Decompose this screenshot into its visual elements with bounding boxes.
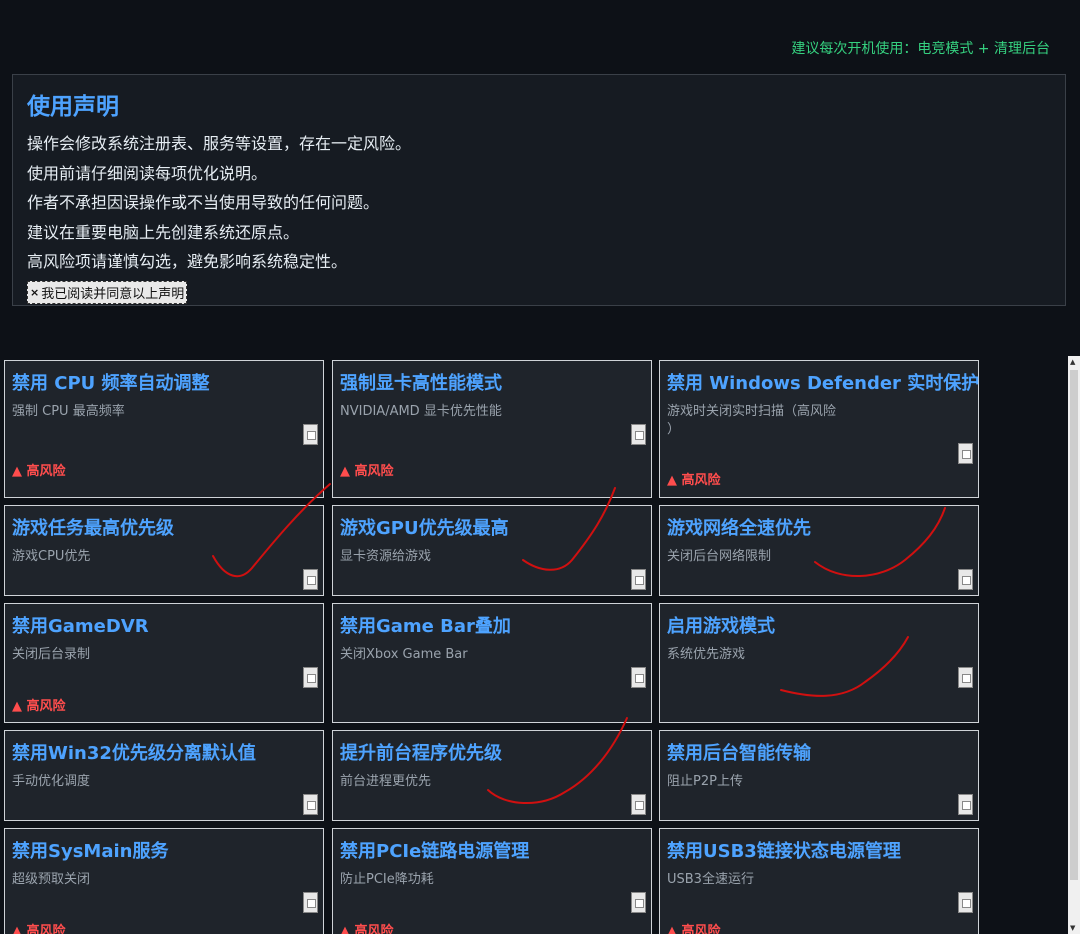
- optimization-card: 启用游戏模式系统优先游戏: [659, 603, 979, 723]
- card-description: 游戏CPU优先: [12, 549, 91, 564]
- optimization-grid: 禁用 CPU 频率自动调整强制 CPU 最高频率 ▲ 高风险 强制显卡高性能模式 NV…: [4, 360, 984, 934]
- card-title: 禁用后台智能传输: [667, 743, 811, 764]
- card-title: 禁用Win32优先级分离默认值: [12, 743, 256, 764]
- card-title: 禁用SysMain服务: [12, 841, 169, 862]
- high-risk-badge: ▲ 高风险: [667, 473, 721, 488]
- card-description: NVIDIA/AMD 显卡优先性能: [340, 404, 502, 419]
- option-checkbox[interactable]: [303, 569, 318, 590]
- card-title: 禁用 Windows Defender 实时保护: [667, 373, 980, 394]
- card-title: 强制显卡高性能模式: [340, 373, 502, 394]
- notice-line: 使用前请仔细阅读每项优化说明。: [27, 163, 268, 183]
- card-description: 系统优先游戏: [667, 647, 746, 662]
- optimization-card: 禁用 Windows Defender 实时保护游戏时关闭实时扫描（高风险 ） ▲…: [659, 360, 979, 498]
- notice-title: 使用声明: [27, 94, 119, 120]
- optimization-card: 强制显卡高性能模式 NVIDIA/AMD 显卡优先性能 ▲ 高风险: [332, 360, 652, 498]
- option-checkbox[interactable]: [303, 424, 318, 445]
- optimization-card: 禁用 CPU 频率自动调整强制 CPU 最高频率 ▲ 高风险: [4, 360, 324, 498]
- vertical-scrollbar[interactable]: ▲ ▼: [1068, 356, 1080, 934]
- card-description: 关闭后台录制: [12, 647, 91, 662]
- optimization-card: 禁用GameDVR 关闭后台录制 ▲ 高风险: [4, 603, 324, 723]
- option-checkbox[interactable]: [631, 794, 646, 815]
- card-title: 启用游戏模式: [667, 616, 775, 637]
- optimization-card: 禁用SysMain服务超级预取关闭 ▲ 高风险: [4, 828, 324, 934]
- checked-icon: ×: [30, 285, 40, 299]
- recommendation-text: 建议每次开机使用：电竞模式 + 清理后台: [791, 41, 1050, 57]
- agree-checkbox[interactable]: × 我已阅读并同意以上声明: [27, 280, 188, 304]
- option-checkbox[interactable]: [631, 569, 646, 590]
- option-checkbox[interactable]: [958, 794, 973, 815]
- option-checkbox[interactable]: [958, 569, 973, 590]
- card-title: 游戏任务最高优先级: [12, 518, 174, 539]
- option-checkbox[interactable]: [631, 424, 646, 445]
- high-risk-badge: ▲ 高风险: [667, 924, 721, 934]
- high-risk-badge: ▲ 高风险: [12, 464, 66, 479]
- optimization-card: 提升前台程序优先级前台进程更优先: [332, 730, 652, 821]
- main-window: 建议每次开机使用：电竞模式 + 清理后台 使用声明 操作会修改系统注册表、服务等…: [0, 0, 1080, 934]
- card-description: USB3全速运行: [667, 872, 754, 887]
- option-checkbox[interactable]: [303, 892, 318, 913]
- option-checkbox[interactable]: [631, 667, 646, 688]
- optimization-card: 禁用后台智能传输阻止P2P上传: [659, 730, 979, 821]
- optimization-card: 禁用Win32优先级分离默认值手动优化调度: [4, 730, 324, 821]
- card-description: 游戏时关闭实时扫描（高风险 ）: [667, 404, 837, 437]
- card-description: 强制 CPU 最高频率: [12, 404, 125, 419]
- card-description: 前台进程更优先: [340, 774, 432, 789]
- optimization-card: 禁用USB3链接状态电源管理 USB3全速运行 ▲ 高风险: [659, 828, 979, 934]
- card-title: 禁用 CPU 频率自动调整: [12, 373, 210, 394]
- high-risk-badge: ▲ 高风险: [340, 464, 394, 479]
- option-checkbox[interactable]: [631, 892, 646, 913]
- notice-line: 高风险项请谨慎勾选，避免影响系统稳定性。: [27, 252, 348, 271]
- option-checkbox[interactable]: [958, 667, 973, 688]
- scroll-down-icon[interactable]: ▼: [1070, 924, 1075, 932]
- scroll-up-icon[interactable]: ▲: [1070, 358, 1075, 366]
- card-title: 禁用USB3链接状态电源管理: [667, 841, 901, 862]
- card-title: 游戏GPU优先级最高: [340, 518, 509, 539]
- notice-line: 建议在重要电脑上先创建系统还原点。: [27, 222, 300, 242]
- option-checkbox[interactable]: [303, 667, 318, 688]
- optimization-card: 游戏任务最高优先级游戏CPU优先: [4, 505, 324, 596]
- card-title: 禁用Game Bar叠加: [340, 616, 511, 637]
- card-description: 显卡资源给游戏: [340, 549, 432, 564]
- card-title: 禁用GameDVR: [12, 616, 149, 637]
- card-title: 禁用PCIe链路电源管理: [340, 841, 530, 862]
- card-title: 提升前台程序优先级: [340, 743, 502, 764]
- high-risk-badge: ▲ 高风险: [12, 699, 66, 714]
- option-checkbox[interactable]: [958, 892, 973, 913]
- usage-notice: 使用声明 操作会修改系统注册表、服务等设置，存在一定风险。 使用前请仔细阅读每项…: [12, 74, 1066, 306]
- notice-line: 操作会修改系统注册表、服务等设置，存在一定风险。: [27, 134, 412, 153]
- optimization-card: 禁用PCIe链路电源管理防止PCIe降功耗 ▲ 高风险: [332, 828, 652, 934]
- high-risk-badge: ▲ 高风险: [340, 924, 394, 934]
- option-checkbox[interactable]: [303, 794, 318, 815]
- card-description: 手动优化调度: [12, 774, 91, 789]
- optimization-card: 禁用Game Bar叠加关闭Xbox Game Bar: [332, 603, 652, 723]
- card-description: 阻止P2P上传: [667, 774, 743, 789]
- agree-label: 我已阅读并同意以上声明: [41, 286, 185, 302]
- scrollbar-thumb[interactable]: [1070, 370, 1078, 880]
- card-description: 防止PCIe降功耗: [340, 872, 434, 887]
- card-title: 游戏网络全速优先: [667, 518, 811, 539]
- optimization-card: 游戏网络全速优先关闭后台网络限制: [659, 505, 979, 596]
- option-checkbox[interactable]: [958, 443, 973, 464]
- card-description: 超级预取关闭: [12, 872, 91, 887]
- high-risk-badge: ▲ 高风险: [12, 924, 66, 934]
- notice-line: 作者不承担因误操作或不当使用导致的任何问题。: [27, 193, 380, 212]
- card-description: 关闭Xbox Game Bar: [340, 647, 468, 662]
- card-description: 关闭后台网络限制: [667, 549, 772, 564]
- optimization-card: 游戏GPU优先级最高显卡资源给游戏: [332, 505, 652, 596]
